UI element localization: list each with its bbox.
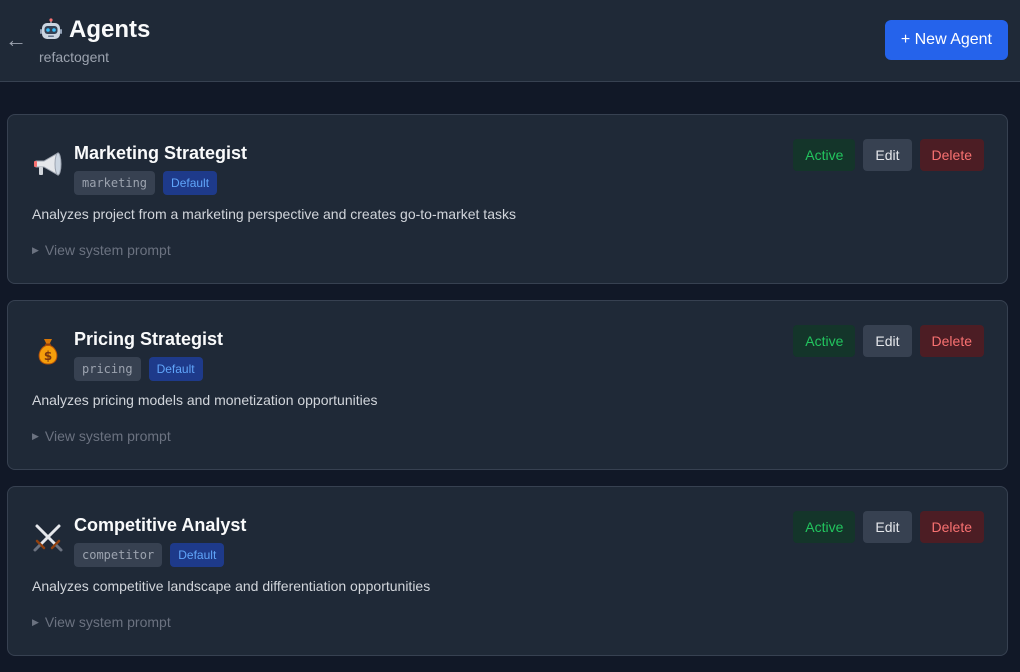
agent-description: Analyzes pricing models and monetization… — [32, 392, 378, 408]
agent-id-tag: pricing — [74, 357, 141, 381]
delete-button[interactable]: Delete — [919, 325, 984, 357]
edit-button[interactable]: Edit — [863, 325, 912, 357]
agent-tags: competitor Default — [74, 543, 225, 567]
delete-button[interactable]: Delete — [919, 139, 984, 171]
active-toggle-button[interactable]: Active — [793, 325, 856, 357]
agent-name: Competitive Analyst — [74, 515, 247, 535]
page-title: Agents — [69, 16, 151, 43]
agent-tags: marketing Default — [74, 171, 218, 195]
agent-card: Competitive Analyst competitor Default A… — [7, 486, 1008, 656]
default-badge: Default — [148, 357, 203, 381]
svg-text:$: $ — [44, 349, 52, 363]
agent-tags: pricing Default — [74, 357, 203, 381]
title-block: Agents refactogent — [39, 14, 150, 65]
new-agent-button[interactable]: + New Agent — [884, 20, 1008, 60]
agent-name: Pricing Strategist — [74, 329, 224, 349]
caret-right-icon: ▶ — [32, 616, 39, 627]
agent-list: Marketing Strategist marketing Default A… — [7, 114, 1008, 672]
money-bag-icon: $ — [38, 339, 58, 365]
edit-button[interactable]: Edit — [863, 511, 912, 543]
caret-right-icon: ▶ — [32, 430, 39, 441]
agent-card: Marketing Strategist marketing Default A… — [7, 114, 1008, 284]
delete-button[interactable]: Delete — [919, 511, 984, 543]
agent-actions: Active Edit Delete — [793, 139, 984, 171]
agent-actions: Active Edit Delete — [793, 325, 984, 357]
view-system-prompt-toggle[interactable]: ▶ View system prompt — [32, 242, 171, 258]
back-arrow-icon[interactable]: ← — [5, 27, 27, 53]
agent-id-tag: marketing — [74, 171, 156, 195]
caret-right-icon: ▶ — [32, 244, 39, 255]
view-system-prompt-toggle[interactable]: ▶ View system prompt — [32, 428, 171, 444]
view-system-prompt-label: View system prompt — [44, 614, 171, 630]
agent-name: Marketing Strategist — [74, 143, 248, 163]
agent-card: $ Pricing Strategist pricing Default Ana… — [7, 300, 1008, 470]
crossed-swords-icon — [33, 524, 63, 552]
active-toggle-button[interactable]: Active — [793, 511, 856, 543]
agent-description: Analyzes project from a marketing perspe… — [32, 206, 516, 222]
agent-id-tag: competitor — [74, 543, 163, 567]
page-header: ← Agents refactogent + New Agent — [0, 0, 1020, 82]
agent-actions: Active Edit Delete — [793, 511, 984, 543]
edit-button[interactable]: Edit — [863, 139, 912, 171]
view-system-prompt-label: View system prompt — [44, 242, 171, 258]
default-badge: Default — [170, 543, 225, 567]
view-system-prompt-toggle[interactable]: ▶ View system prompt — [32, 614, 171, 630]
view-system-prompt-label: View system prompt — [44, 428, 171, 444]
agent-description: Analyzes competitive landscape and diffe… — [32, 578, 431, 594]
robot-icon — [40, 18, 62, 39]
default-badge: Default — [163, 171, 218, 195]
megaphone-icon — [34, 152, 62, 176]
active-toggle-button[interactable]: Active — [793, 139, 856, 171]
project-name: refactogent — [39, 49, 110, 65]
